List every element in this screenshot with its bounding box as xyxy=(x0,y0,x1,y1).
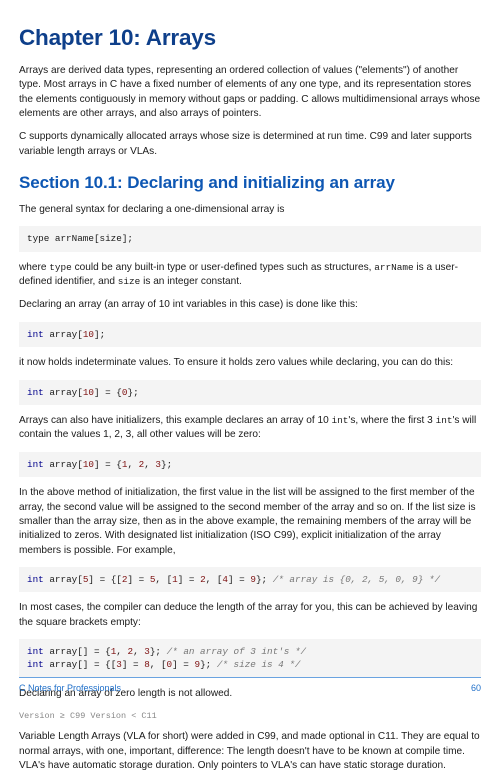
body-text: Variable Length Arrays (VLA for short) w… xyxy=(19,730,481,773)
chapter-title: Chapter 10: Arrays xyxy=(19,22,481,54)
body-text: it now holds indeterminate values. To en… xyxy=(19,356,481,370)
body-text: C supports dynamically allocated arrays … xyxy=(19,130,481,159)
code-block: type arrName[size]; xyxy=(19,226,481,251)
body-text: The general syntax for declaring a one-d… xyxy=(19,203,481,217)
section-title: Section 10.1: Declaring and initializing… xyxy=(19,171,481,195)
page-footer: C Notes for Professionals 60 xyxy=(19,677,481,695)
code-block: int array[10] = {1, 2, 3}; xyxy=(19,452,481,477)
footer-left: C Notes for Professionals xyxy=(19,682,121,695)
body-text: Arrays are derived data types, represent… xyxy=(19,64,481,121)
code-block: int array[10]; xyxy=(19,322,481,347)
body-text: Arrays can also have initializers, this … xyxy=(19,414,481,443)
code-block: int array[] = {1, 2, 3}; /* an array of … xyxy=(19,639,481,678)
inline-code: int xyxy=(436,415,453,426)
inline-code: size xyxy=(118,276,141,287)
inline-code: int xyxy=(332,415,349,426)
version-note: Version ≥ C99 Version < C11 xyxy=(19,710,481,722)
body-text: In the above method of initialization, t… xyxy=(19,486,481,558)
code-block: int array[10] = {0}; xyxy=(19,380,481,405)
footer-page-number: 60 xyxy=(471,682,481,695)
inline-code: arrName xyxy=(374,262,413,273)
code-block: int array[5] = {[2] = 5, [1] = 2, [4] = … xyxy=(19,567,481,592)
body-text: Declaring an array (an array of 10 int v… xyxy=(19,298,481,312)
body-text: In most cases, the compiler can deduce t… xyxy=(19,601,481,630)
inline-code: type xyxy=(49,262,72,273)
body-text: where type could be any built-in type or… xyxy=(19,261,481,290)
